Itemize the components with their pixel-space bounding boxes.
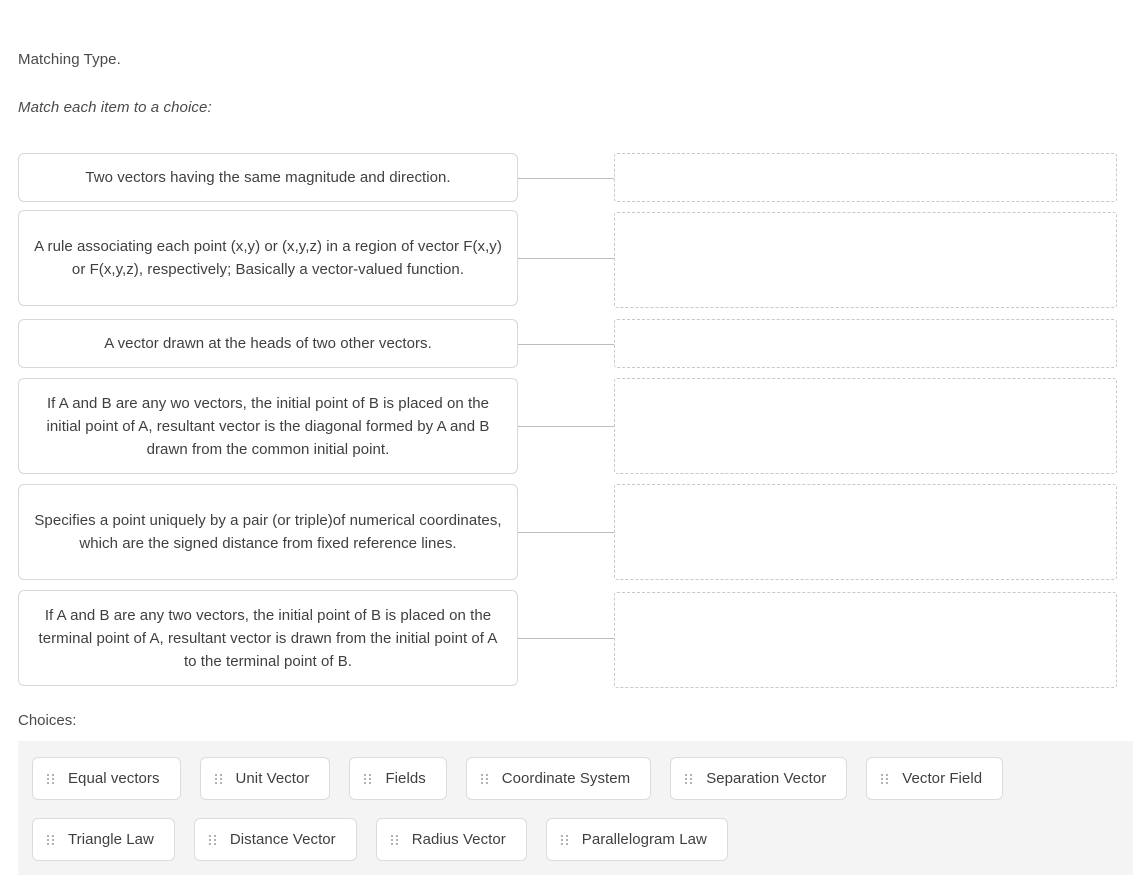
drag-handle-icon[interactable] xyxy=(364,773,372,784)
match-drop-zone[interactable] xyxy=(614,592,1117,688)
matching-type-page: Matching Type. Match each item to a choi… xyxy=(0,0,1133,875)
match-item-box[interactable]: A rule associating each point (x,y) or (… xyxy=(18,210,518,306)
drag-handle-icon[interactable] xyxy=(480,773,488,784)
match-drop-zone[interactable] xyxy=(614,319,1117,368)
match-item-box[interactable]: If A and B are any two vectors, the init… xyxy=(18,590,518,686)
match-drop-zone[interactable] xyxy=(614,378,1117,474)
matching-area: Two vectors having the same magnitude an… xyxy=(0,0,1133,700)
choice-chip-label: Fields xyxy=(385,770,426,787)
match-connector-line xyxy=(518,178,614,179)
choice-chip[interactable]: Vector Field xyxy=(866,757,1004,800)
match-connector-line xyxy=(518,258,614,259)
choice-chip-label: Triangle Law xyxy=(68,831,154,848)
drag-handle-icon[interactable] xyxy=(685,773,693,784)
match-connector-line xyxy=(518,638,614,639)
match-item-box[interactable]: Two vectors having the same magnitude an… xyxy=(18,153,518,202)
choice-chip[interactable]: Separation Vector xyxy=(670,757,848,800)
choice-chip-label: Unit Vector xyxy=(235,770,310,787)
drag-handle-icon[interactable] xyxy=(390,834,398,845)
choices-panel: Equal vectors Unit Vector Fields Coordinate… xyxy=(18,741,1133,875)
drag-handle-icon[interactable] xyxy=(560,834,568,845)
match-drop-zone[interactable] xyxy=(614,484,1117,580)
choice-chip-label: Distance Vector xyxy=(229,831,336,848)
match-item-text: A vector drawn at the heads of two other… xyxy=(104,335,432,352)
choices-row: Equal vectors Unit Vector Fields Coordinate… xyxy=(32,757,1133,800)
match-item-text: Two vectors having the same magnitude an… xyxy=(85,169,451,186)
choice-chip[interactable]: Radius Vector xyxy=(375,818,527,861)
choices-row: Triangle Law Distance Vector Radius Vector… xyxy=(32,818,1133,861)
drag-handle-icon[interactable] xyxy=(47,773,54,784)
match-connector-line xyxy=(518,426,614,427)
choice-chip-label: Radius Vector xyxy=(411,831,506,848)
match-item-text: Specifies a point uniquely by a pair (or… xyxy=(34,512,502,552)
choice-chip[interactable]: Triangle Law xyxy=(32,818,175,861)
choice-chip[interactable]: Coordinate System xyxy=(465,757,652,800)
choice-chip[interactable]: Parallelogram Law xyxy=(545,818,728,861)
drag-handle-icon[interactable] xyxy=(214,773,222,784)
drag-handle-icon[interactable] xyxy=(881,773,889,784)
match-drop-zone[interactable] xyxy=(614,212,1117,308)
match-item-box[interactable]: Specifies a point uniquely by a pair (or… xyxy=(18,484,518,580)
choice-chip[interactable]: Equal vectors xyxy=(32,757,181,800)
match-drop-zone[interactable] xyxy=(614,153,1117,202)
drag-handle-icon[interactable] xyxy=(47,834,54,845)
match-item-text: If A and B are any wo vectors, the initi… xyxy=(46,394,490,458)
drag-handle-icon[interactable] xyxy=(208,834,216,845)
match-item-box[interactable]: If A and B are any wo vectors, the initi… xyxy=(18,378,518,474)
choice-chip-label: Coordinate System xyxy=(501,770,631,787)
choice-chip[interactable]: Fields xyxy=(349,757,447,800)
match-connector-line xyxy=(518,344,614,345)
choice-chip-label: Equal vectors xyxy=(68,770,160,787)
choice-chip-label: Separation Vector xyxy=(706,770,827,787)
choice-chip-label: Parallelogram Law xyxy=(581,831,707,848)
match-item-text: A rule associating each point (x,y) or (… xyxy=(34,238,502,278)
match-item-text: If A and B are any two vectors, the init… xyxy=(38,606,498,670)
choices-label: Choices: xyxy=(18,712,77,729)
choice-chip[interactable]: Distance Vector xyxy=(193,818,357,861)
match-connector-line xyxy=(518,532,614,533)
match-item-box[interactable]: A vector drawn at the heads of two other… xyxy=(18,319,518,368)
choice-chip-label: Vector Field xyxy=(902,770,983,787)
choice-chip[interactable]: Unit Vector xyxy=(199,757,331,800)
